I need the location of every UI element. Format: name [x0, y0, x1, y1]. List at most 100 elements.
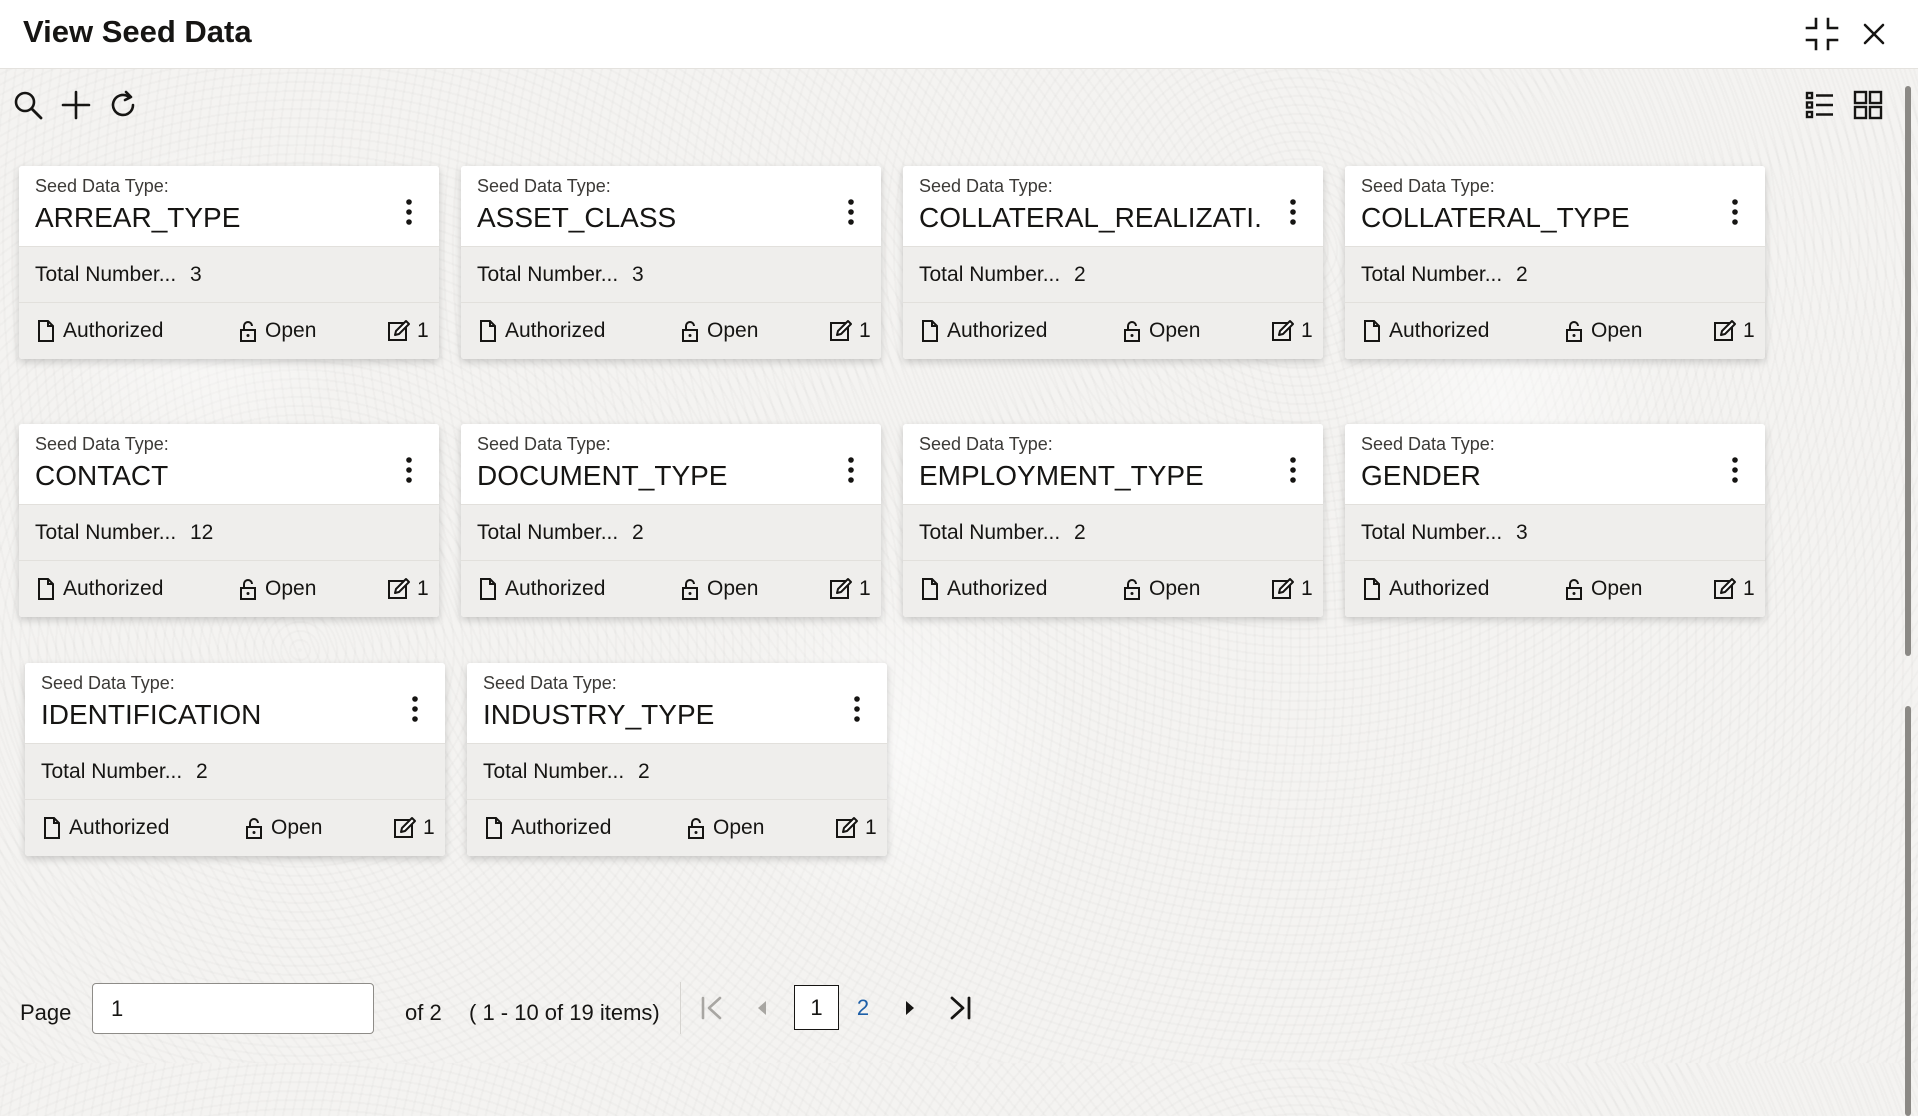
- record-status: Open: [685, 816, 764, 840]
- seed-data-type-name: ARREAR_TYPE: [35, 202, 241, 233]
- last-page-icon[interactable]: [944, 992, 976, 1024]
- more-actions-icon[interactable]: [1723, 196, 1747, 228]
- document-icon: [486, 817, 502, 839]
- pager-divider: [680, 982, 681, 1034]
- page-number-input[interactable]: [92, 983, 374, 1034]
- record-status: Open: [1563, 577, 1642, 601]
- modification-count: 1: [387, 577, 429, 601]
- first-page-icon[interactable]: [696, 992, 728, 1024]
- page-button-2[interactable]: 2: [848, 985, 878, 1030]
- card-header: Seed Data Type: ARREAR_TYPE: [19, 166, 439, 246]
- next-page-icon[interactable]: [894, 992, 926, 1024]
- card-count-row: Total Number... 2: [903, 504, 1323, 561]
- seed-data-card[interactable]: Seed Data Type: INDUSTRY_TYPE Total Numb…: [467, 663, 887, 856]
- document-icon: [480, 320, 496, 342]
- more-actions-icon[interactable]: [397, 196, 421, 228]
- seed-data-card[interactable]: Seed Data Type: COLLATERAL_REALIZATI... …: [903, 166, 1323, 359]
- authorization-status: Authorized: [1361, 319, 1489, 343]
- edit-icon: [1272, 320, 1294, 341]
- unlock-icon: [246, 818, 262, 839]
- seed-data-card[interactable]: Seed Data Type: GENDER Total Number... 3…: [1345, 424, 1765, 617]
- card-count-row: Total Number... 2: [1345, 246, 1765, 303]
- authorization-status: Authorized: [477, 577, 605, 601]
- seed-data-card[interactable]: Seed Data Type: COLLATERAL_TYPE Total Nu…: [1345, 166, 1765, 359]
- total-number-value: 2: [1516, 263, 1528, 286]
- more-actions-icon[interactable]: [839, 196, 863, 228]
- vertical-scrollbar[interactable]: [1898, 70, 1918, 1116]
- card-status-row: Authorized Open 1: [903, 561, 1323, 617]
- pagination-bar: Page of 2 ( 1 - 10 of 19 items) 1 2: [0, 960, 1890, 1050]
- record-status-text: Open: [1591, 577, 1643, 600]
- document-icon: [1364, 578, 1380, 600]
- authorization-status: Authorized: [35, 577, 163, 601]
- total-number-value: 2: [632, 521, 644, 544]
- seed-data-type-name: ASSET_CLASS: [477, 202, 677, 233]
- dialog-header: View Seed Data: [0, 0, 1918, 69]
- record-status-text: Open: [707, 577, 759, 600]
- card-header: Seed Data Type: IDENTIFICATION: [25, 663, 445, 743]
- modification-count-text: 1: [865, 816, 877, 839]
- modification-count: 1: [393, 816, 435, 840]
- plus-icon[interactable]: [59, 88, 93, 122]
- seed-data-card[interactable]: Seed Data Type: ARREAR_TYPE Total Number…: [19, 166, 439, 359]
- authorization-status-text: Authorized: [947, 319, 1048, 342]
- card-caption: Seed Data Type:: [477, 176, 611, 196]
- search-icon[interactable]: [11, 88, 45, 122]
- record-status: Open: [679, 319, 758, 343]
- total-number-value: 3: [190, 263, 202, 286]
- seed-data-card[interactable]: Seed Data Type: DOCUMENT_TYPE Total Numb…: [461, 424, 881, 617]
- edit-icon: [388, 320, 410, 341]
- record-status: Open: [243, 816, 322, 840]
- authorization-status: Authorized: [483, 816, 611, 840]
- card-count-row: Total Number... 2: [903, 246, 1323, 303]
- previous-page-icon[interactable]: [746, 992, 778, 1024]
- unlock-icon: [240, 321, 256, 342]
- seed-data-card[interactable]: Seed Data Type: CONTACT Total Number... …: [19, 424, 439, 617]
- card-count-row: Total Number... 2: [461, 504, 881, 561]
- edit-icon: [1714, 578, 1736, 599]
- more-actions-icon[interactable]: [397, 454, 421, 486]
- seed-data-card[interactable]: Seed Data Type: IDENTIFICATION Total Num…: [25, 663, 445, 856]
- seed-data-card[interactable]: Seed Data Type: ASSET_CLASS Total Number…: [461, 166, 881, 359]
- close-icon[interactable]: [1856, 16, 1892, 52]
- authorization-status-text: Authorized: [505, 577, 606, 600]
- more-actions-icon[interactable]: [839, 454, 863, 486]
- more-actions-icon[interactable]: [1281, 454, 1305, 486]
- more-actions-icon[interactable]: [845, 693, 869, 725]
- card-header: Seed Data Type: EMPLOYMENT_TYPE: [903, 424, 1323, 504]
- page-button-current[interactable]: 1: [794, 985, 839, 1030]
- card-status-row: Authorized Open 1: [461, 561, 881, 617]
- card-caption: Seed Data Type:: [41, 673, 175, 693]
- unlock-icon: [1566, 579, 1582, 600]
- card-caption: Seed Data Type:: [1361, 176, 1495, 196]
- edit-icon: [1272, 578, 1294, 599]
- seed-data-card[interactable]: Seed Data Type: EMPLOYMENT_TYPE Total Nu…: [903, 424, 1323, 617]
- card-status-row: Authorized Open 1: [903, 303, 1323, 359]
- modification-count-text: 1: [423, 816, 435, 839]
- more-actions-icon[interactable]: [1281, 196, 1305, 228]
- list-view-icon[interactable]: [1803, 88, 1837, 122]
- more-actions-icon[interactable]: [1723, 454, 1747, 486]
- modification-count-text: 1: [859, 319, 871, 342]
- card-caption: Seed Data Type:: [919, 434, 1053, 454]
- record-status: Open: [237, 319, 316, 343]
- scrollbar-thumb-lower[interactable]: [1905, 706, 1911, 1116]
- card-count-row: Total Number... 2: [25, 743, 445, 800]
- total-number-label: Total Number...: [35, 263, 177, 286]
- seed-data-type-name: DOCUMENT_TYPE: [477, 460, 728, 491]
- document-icon: [38, 320, 54, 342]
- scrollbar-thumb[interactable]: [1905, 86, 1911, 656]
- minimize-icon[interactable]: [1804, 16, 1840, 52]
- authorization-status-text: Authorized: [63, 577, 164, 600]
- card-status-row: Authorized Open 1: [25, 800, 445, 856]
- card-count-row: Total Number... 2: [467, 743, 887, 800]
- authorization-status: Authorized: [41, 816, 169, 840]
- items-range-text: ( 1 - 10 of 19 items): [469, 1000, 660, 1025]
- record-status-text: Open: [265, 577, 317, 600]
- total-number-label: Total Number...: [477, 263, 619, 286]
- grid-view-icon[interactable]: [1851, 88, 1885, 122]
- edit-icon: [1714, 320, 1736, 341]
- seed-data-type-name: CONTACT: [35, 460, 169, 491]
- more-actions-icon[interactable]: [403, 693, 427, 725]
- refresh-icon[interactable]: [106, 88, 140, 122]
